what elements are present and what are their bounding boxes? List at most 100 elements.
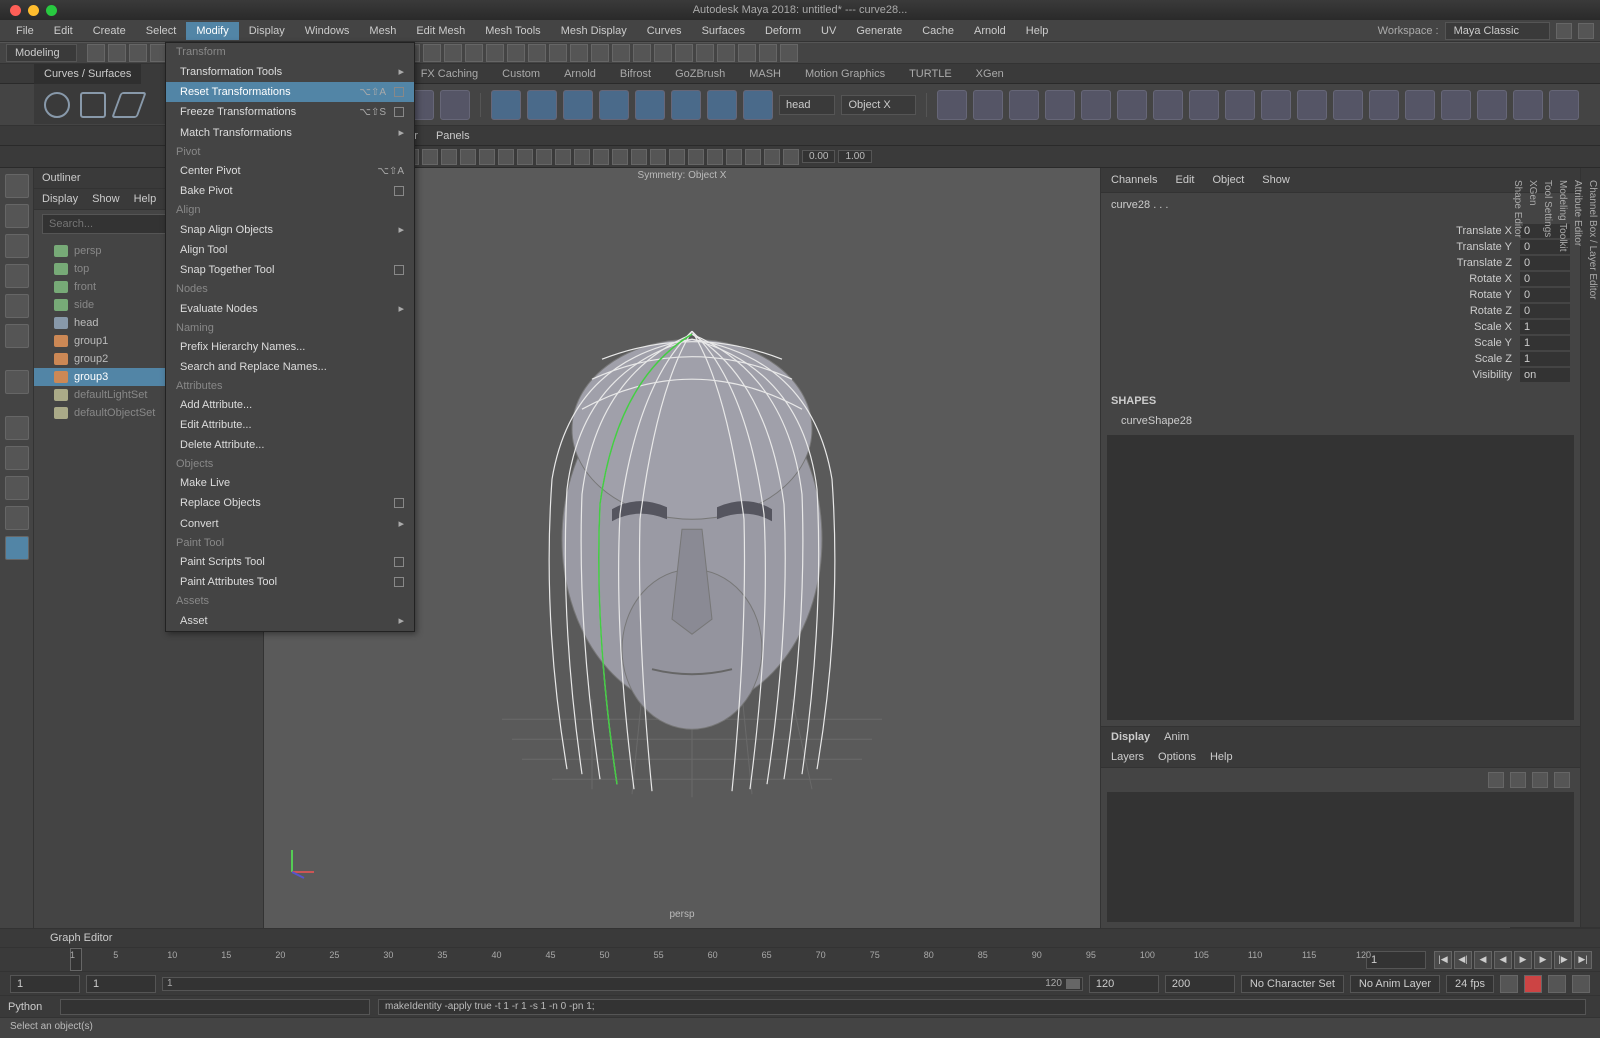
paint-select-tool-icon[interactable] (5, 234, 29, 258)
shelf-tab-xgen[interactable]: XGen (976, 68, 1004, 80)
ref-object-field-2[interactable]: Object X (841, 95, 915, 115)
menu-item-paint-scripts-tool[interactable]: Paint Scripts Tool (166, 552, 414, 572)
menu-item-paint-attributes-tool[interactable]: Paint Attributes Tool (166, 572, 414, 592)
menu-generate[interactable]: Generate (846, 22, 912, 40)
time-ruler[interactable]: 1510152025303540455055606570758085909510… (70, 948, 1356, 971)
layout-1-icon[interactable] (5, 446, 29, 470)
select-tool-icon[interactable] (5, 174, 29, 198)
shelf-tool-icon-3[interactable] (1045, 90, 1075, 120)
status-icon-30[interactable] (717, 44, 735, 62)
right-tab-attribute-editor[interactable]: Attribute Editor (1570, 168, 1585, 928)
step-fwd-key-icon[interactable]: |▶ (1554, 951, 1572, 969)
layer-move-up-icon[interactable] (1488, 772, 1504, 788)
panel-tool-icon-8[interactable] (422, 149, 438, 165)
shelf-tool-icon-13[interactable] (1405, 90, 1435, 120)
menu-item-match-transformations[interactable]: Match Transformations▸ (166, 122, 414, 143)
range-end-outer[interactable]: 200 (1165, 975, 1235, 993)
status-icon-23[interactable] (570, 44, 588, 62)
menu-option-box-icon[interactable] (394, 87, 404, 97)
play-fwd-icon[interactable]: ▶ (1514, 951, 1532, 969)
panel-tool-icon-23[interactable] (707, 149, 723, 165)
loop-icon[interactable] (1500, 975, 1518, 993)
menu-mesh-tools[interactable]: Mesh Tools (475, 22, 550, 40)
range-slider-handle[interactable] (1066, 979, 1080, 989)
shelf-tool-icon-10[interactable] (1297, 90, 1327, 120)
right-tab-modeling-toolkit[interactable]: Modeling Toolkit (1555, 168, 1570, 928)
panel-tool-icon-12[interactable] (498, 149, 514, 165)
panel-tool-icon-14[interactable] (536, 149, 552, 165)
square-curve-icon[interactable] (80, 92, 106, 118)
step-back-key-icon[interactable]: ◀| (1454, 951, 1472, 969)
shelf-primitive-icon-0[interactable] (491, 90, 521, 120)
set-key-icon[interactable] (1548, 975, 1566, 993)
range-start-inner[interactable]: 1 (86, 975, 156, 993)
shelf-tool-icon-6[interactable] (1153, 90, 1183, 120)
menu-mesh[interactable]: Mesh (359, 22, 406, 40)
prefs-icon[interactable] (1572, 975, 1590, 993)
shelf-tab-arnold[interactable]: Arnold (564, 68, 596, 80)
minimize-window-icon[interactable] (28, 5, 39, 16)
shelf-tab-label[interactable]: Curves / Surfaces (34, 64, 141, 84)
shelf-primitive-icon-2[interactable] (563, 90, 593, 120)
status-icon-1[interactable] (108, 44, 126, 62)
shelf-primitive-icon-4[interactable] (635, 90, 665, 120)
outliner-menu-display[interactable]: Display (42, 193, 78, 205)
menu-option-box-icon[interactable] (394, 557, 404, 567)
step-fwd-icon[interactable]: ▶ (1534, 951, 1552, 969)
menu-item-add-attribute-[interactable]: Add Attribute... (166, 395, 414, 415)
menu-item-center-pivot[interactable]: Center Pivot⌥⇧A (166, 161, 414, 181)
menu-item-freeze-transformations[interactable]: Freeze Transformations⌥⇧S (166, 102, 414, 122)
shelf-tool-icon-5[interactable] (1117, 90, 1147, 120)
status-icon-20[interactable] (507, 44, 525, 62)
go-end-icon[interactable]: ▶| (1574, 951, 1592, 969)
right-tab-xgen[interactable]: XGen (1525, 168, 1540, 928)
move-tool-icon[interactable] (5, 264, 29, 288)
right-tab-shape-editor[interactable]: Shape Editor (1510, 168, 1525, 928)
snap-icon[interactable] (5, 416, 29, 440)
chbox-menu-edit[interactable]: Edit (1175, 174, 1194, 186)
anim-layer-dropdown[interactable]: No Anim Layer (1350, 975, 1440, 993)
status-icon-29[interactable] (696, 44, 714, 62)
chbox-menu-channels[interactable]: Channels (1111, 174, 1157, 186)
panel-menu-panels[interactable]: Panels (436, 130, 470, 142)
menu-uv[interactable]: UV (811, 22, 846, 40)
chbox-menu-object[interactable]: Object (1212, 174, 1244, 186)
panel-tool-icon-18[interactable] (612, 149, 628, 165)
status-icon-21[interactable] (528, 44, 546, 62)
status-icon-19[interactable] (486, 44, 504, 62)
menu-cache[interactable]: Cache (912, 22, 964, 40)
menu-edit[interactable]: Edit (44, 22, 83, 40)
module-selector[interactable]: Modeling (6, 44, 77, 62)
status-icon-22[interactable] (549, 44, 567, 62)
status-icon-16[interactable] (423, 44, 441, 62)
right-tab-tool-settings[interactable]: Tool Settings (1540, 168, 1555, 928)
shelf-tab-motion graphics[interactable]: Motion Graphics (805, 68, 885, 80)
channel-box-object-name[interactable]: curve28 . . . (1101, 193, 1580, 217)
menu-modify[interactable]: Modify (186, 22, 238, 40)
shelf-tool-icon-9[interactable] (1261, 90, 1291, 120)
shelf-tab-mash[interactable]: MASH (749, 68, 781, 80)
layer-tab-anim[interactable]: Anim (1164, 731, 1189, 743)
auto-key-icon[interactable] (1524, 975, 1542, 993)
panel-tool-icon-16[interactable] (574, 149, 590, 165)
panel-tool-icon-24[interactable] (726, 149, 742, 165)
ref-object-field-1[interactable]: head (779, 95, 835, 115)
rotate-tool-icon[interactable] (5, 294, 29, 318)
menu-surfaces[interactable]: Surfaces (692, 22, 755, 40)
character-set-dropdown[interactable]: No Character Set (1241, 975, 1344, 993)
shelf-tool-icon-17[interactable] (1549, 90, 1579, 120)
layout-3-icon[interactable] (5, 506, 29, 530)
outliner-menu-help[interactable]: Help (134, 193, 157, 205)
menu-create[interactable]: Create (83, 22, 136, 40)
layer-tab-display[interactable]: Display (1111, 731, 1150, 743)
status-icon-31[interactable] (738, 44, 756, 62)
menu-item-delete-attribute-[interactable]: Delete Attribute... (166, 435, 414, 455)
shape-name[interactable]: curveShape28 (1101, 413, 1580, 429)
command-input[interactable] (60, 999, 370, 1015)
shelf-tool-icon-14[interactable] (1441, 90, 1471, 120)
circle-curve-icon[interactable] (44, 92, 70, 118)
curve-tool-icon[interactable] (111, 92, 146, 118)
outliner-menu-show[interactable]: Show (92, 193, 120, 205)
menu-option-box-icon[interactable] (394, 577, 404, 587)
shelf-tool-icon-11[interactable] (1333, 90, 1363, 120)
